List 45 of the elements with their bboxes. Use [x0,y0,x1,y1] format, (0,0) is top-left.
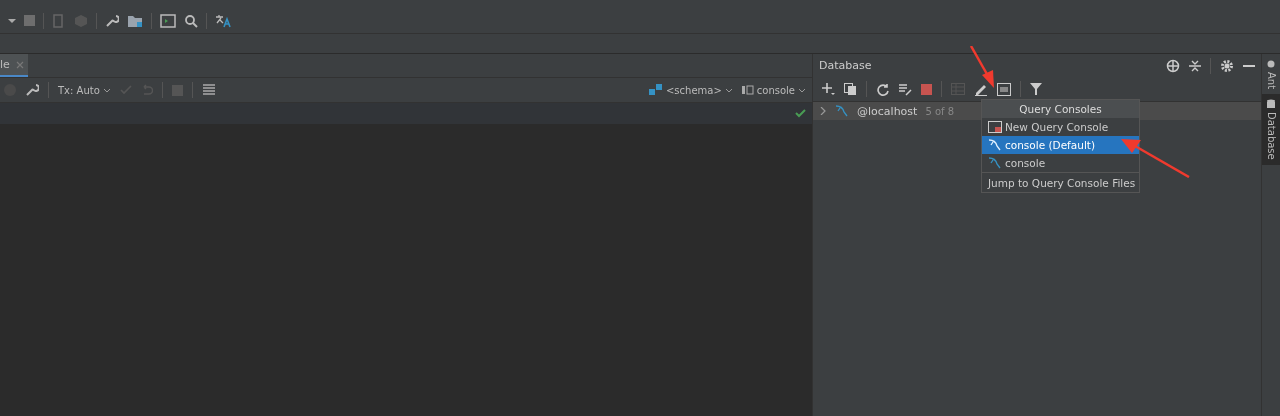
side-tab[interactable]: Database [1262,94,1280,165]
console-icon [741,85,754,95]
popup-title: Query Consoles [982,100,1139,118]
annotation-arrow [1121,138,1191,178]
collapse-icon[interactable] [1189,58,1201,73]
dolphin-icon [835,105,849,117]
node-name: @localhost [857,104,918,118]
pencil-icon[interactable] [974,82,988,96]
node-count: 5 of 8 [925,105,955,117]
translate-icon[interactable] [215,13,231,28]
editor-tab[interactable]: le [0,54,28,77]
caret-icon [724,87,733,93]
folder-icon[interactable] [127,13,143,28]
popup-menu-item[interactable]: New Query Console [982,118,1139,136]
check-icon [795,109,806,118]
dolphin-icon [988,139,1002,151]
popup-menu-item[interactable]: Jump to Query Console Files [982,172,1139,192]
popup-menu-item[interactable]: console (Default) [982,136,1139,154]
check-icon[interactable] [119,85,132,95]
search-icon[interactable] [184,13,198,28]
stop-icon[interactable] [921,83,932,95]
minimize-icon[interactable] [1243,63,1255,68]
popup-menu-item[interactable]: console [982,154,1139,172]
transaction-mode-dropdown[interactable]: Tx: Auto [58,84,111,96]
schema-icon [648,84,663,96]
side-tab[interactable]: Ant [1262,54,1280,95]
database-icon [1266,99,1276,110]
settings-icon[interactable] [1220,58,1234,73]
caret-icon [798,87,806,93]
console-dropdown[interactable]: console [741,84,806,96]
dropdown-caret-icon[interactable] [8,17,16,24]
table-icon[interactable] [201,84,216,96]
query-console-icon[interactable] [997,82,1011,96]
filter-icon[interactable] [1030,83,1042,95]
database-edit-icon[interactable] [898,82,912,96]
copy-icon[interactable] [844,82,857,96]
refresh-icon[interactable] [876,82,889,96]
schema-dropdown[interactable]: <schema> [648,84,733,96]
add-icon[interactable] [821,82,835,96]
caret-icon [102,87,111,93]
dolphin-icon [988,157,1002,169]
query-console-icon [988,121,1002,133]
terminal-icon[interactable] [160,13,176,28]
target-icon[interactable] [1166,58,1180,73]
panel-title: Database [819,59,872,72]
